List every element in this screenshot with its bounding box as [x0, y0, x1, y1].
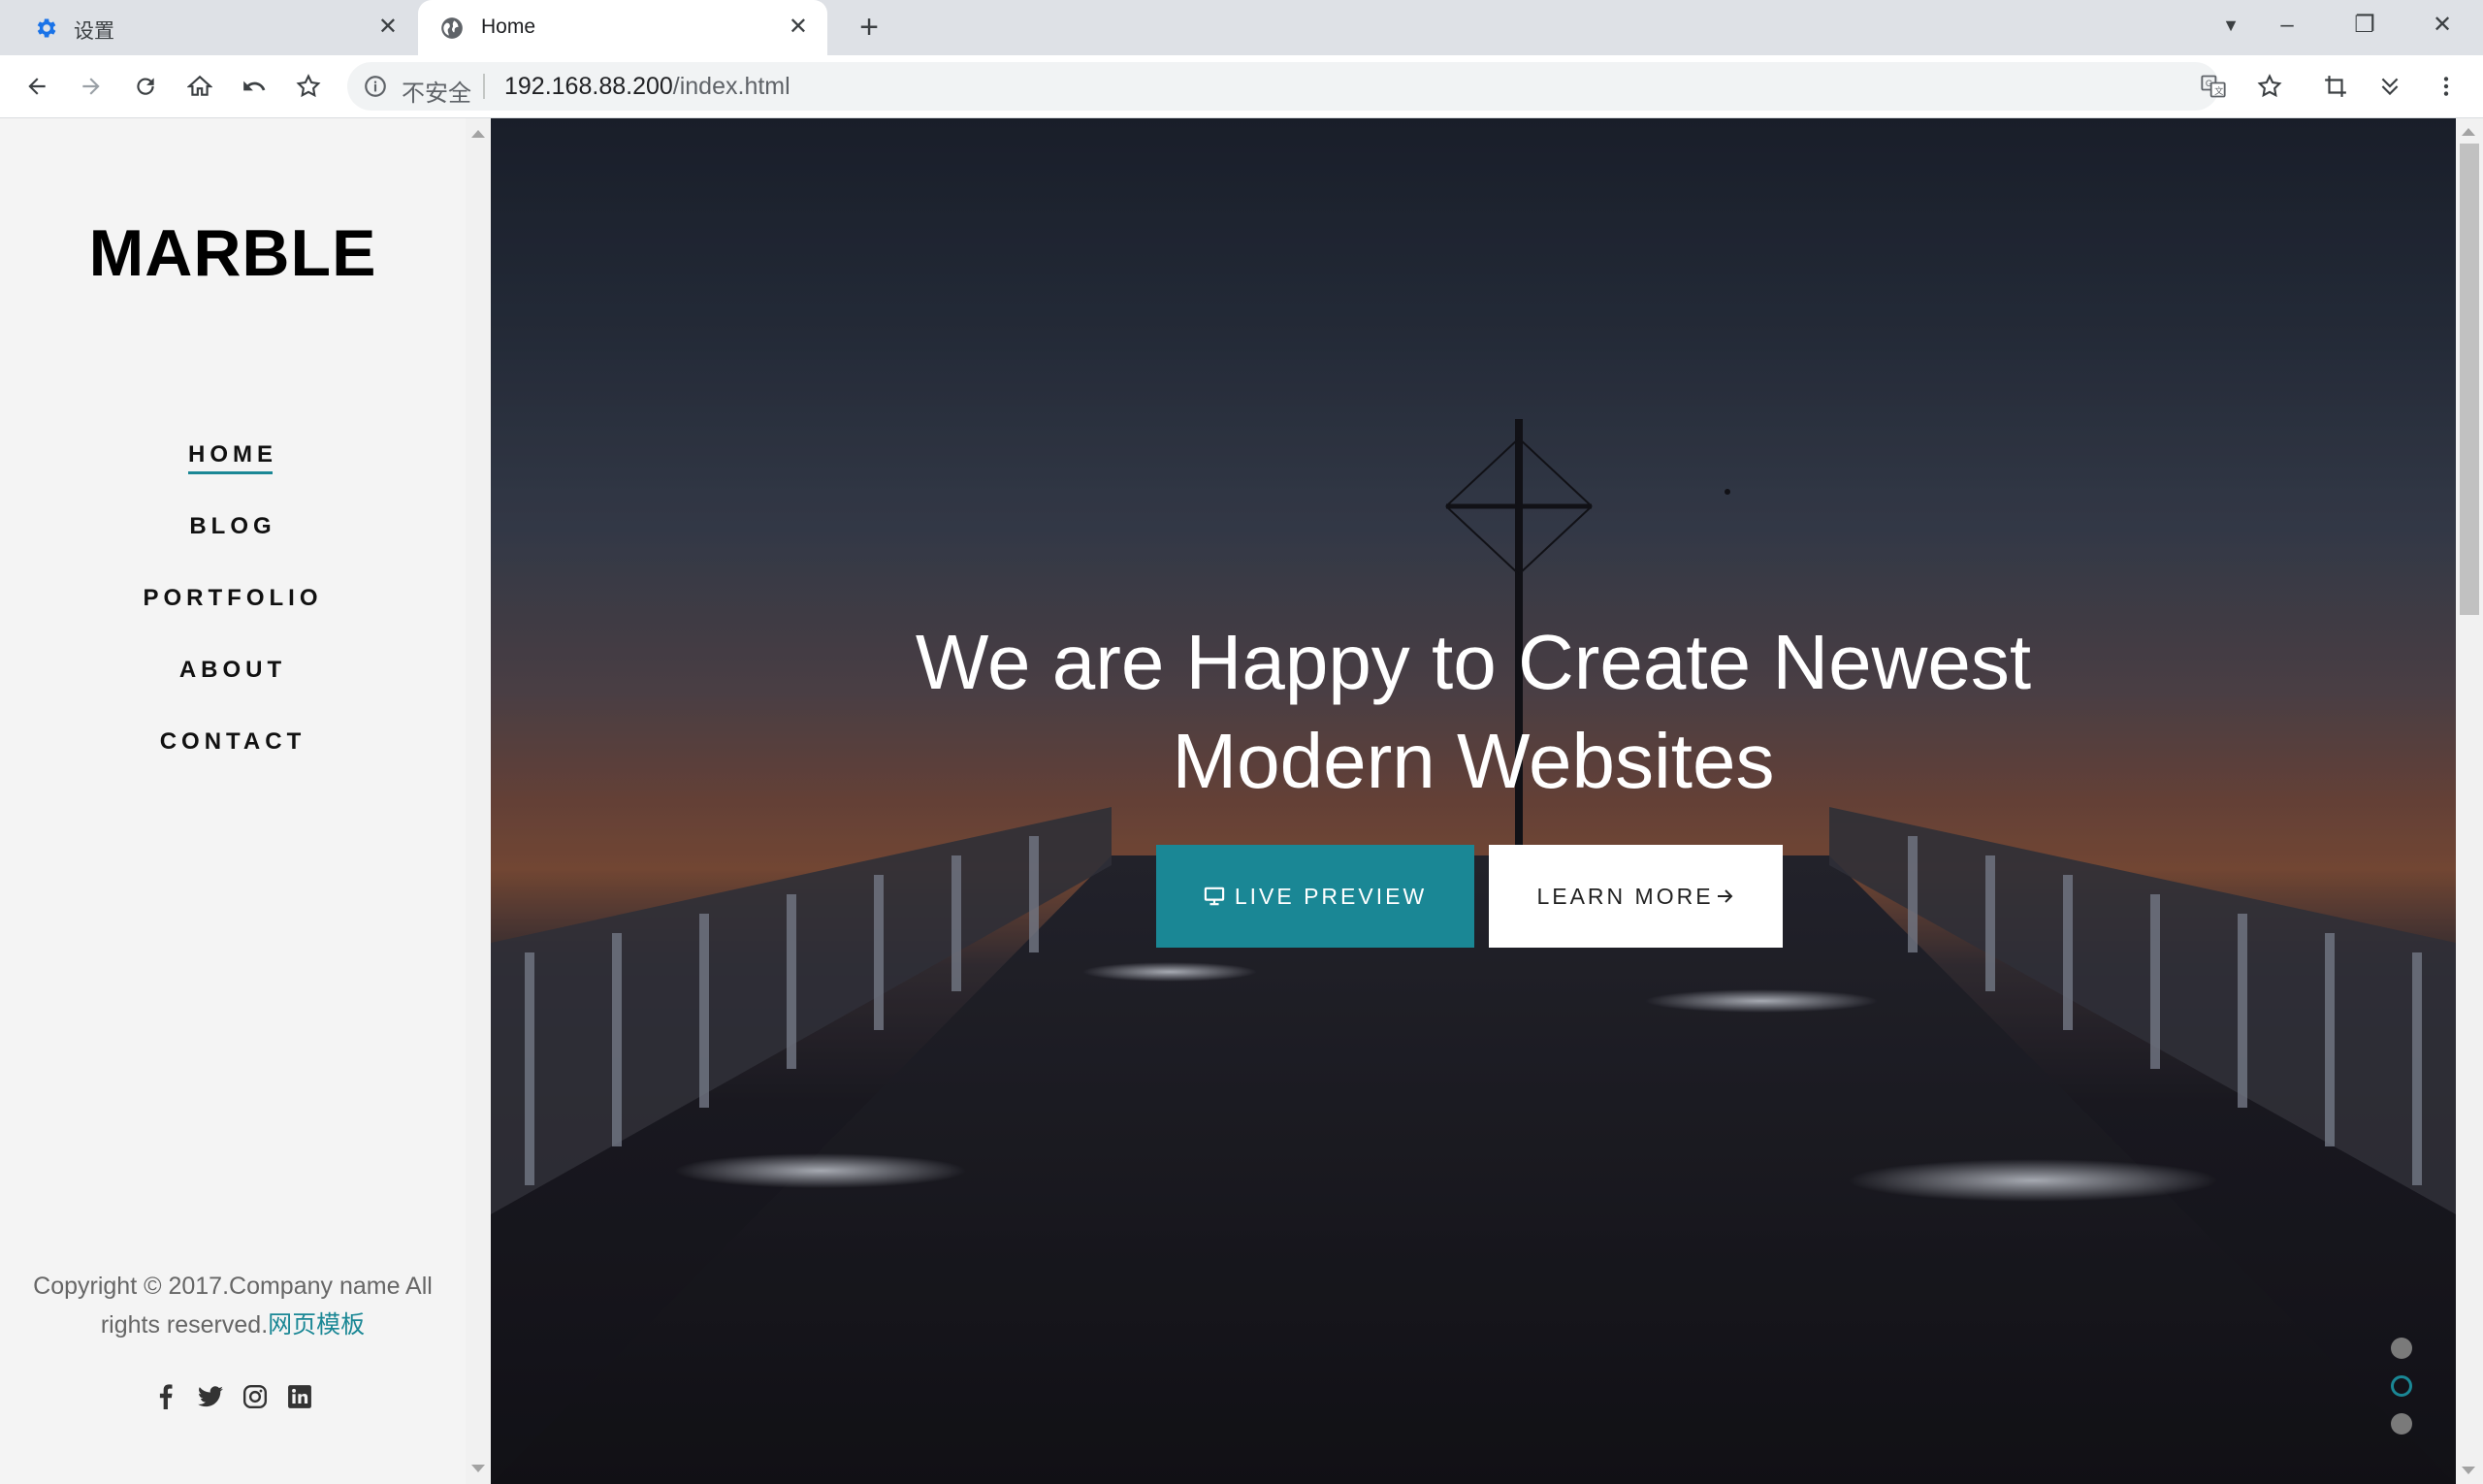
url-text[interactable]: 192.168.88.200/index.html [504, 73, 790, 101]
url-host: 192.168.88.200 [504, 73, 673, 100]
scroll-down-icon[interactable] [2462, 1467, 2475, 1474]
main-nav: HOME BLOG PORTFOLIO ABOUT CONTACT [0, 419, 466, 778]
sidebar: MARBLE HOME BLOG PORTFOLIO ABOUT CONTACT… [0, 118, 466, 1484]
live-preview-label: LIVE PREVIEW [1234, 883, 1428, 909]
copyright-text: Copyright © 2017.Company name All rights… [19, 1267, 446, 1344]
live-preview-button[interactable]: LIVE PREVIEW [1156, 845, 1474, 948]
template-link[interactable]: 网页模板 [268, 1311, 365, 1339]
tab-search-icon[interactable]: ▼ [2209, 6, 2252, 45]
tab-strip: 设置 ✕ Home ✕ + ▼ – ❐ ✕ [0, 0, 2483, 55]
monitor-icon [1204, 887, 1225, 906]
slide-dot-2[interactable] [2391, 1375, 2412, 1397]
minimize-icon[interactable]: – [2266, 6, 2308, 45]
tab-title: Home [481, 16, 536, 38]
address-bar[interactable]: 不安全 192.168.88.200/index.html [347, 62, 2219, 111]
learn-more-button[interactable]: LEARN MORE [1489, 845, 1783, 948]
site-logo[interactable]: MARBLE [0, 215, 466, 291]
svg-text:文: 文 [2214, 85, 2223, 96]
menu-dots-icon[interactable] [2429, 69, 2464, 104]
security-label: 不安全 [402, 81, 471, 107]
forward-icon[interactable] [74, 69, 109, 104]
gear-icon [37, 18, 56, 38]
page-viewport: MARBLE HOME BLOG PORTFOLIO ABOUT CONTACT… [0, 118, 2483, 1484]
slide-dot-1[interactable] [2391, 1338, 2412, 1359]
scroll-down-icon[interactable] [471, 1465, 485, 1472]
crop-icon[interactable] [2318, 69, 2353, 104]
hero-title-line2: Modern Websites [1172, 718, 1775, 804]
facebook-icon[interactable] [152, 1383, 179, 1410]
arrow-right-icon [1717, 889, 1732, 903]
linkedin-icon[interactable] [286, 1383, 313, 1410]
nav-item-label: BLOG [189, 513, 276, 539]
nav-item-label: CONTACT [159, 728, 306, 755]
chevron-down-icon[interactable] [2372, 69, 2407, 104]
nav-item-contact[interactable]: CONTACT [0, 706, 466, 778]
instagram-icon[interactable] [242, 1383, 269, 1410]
window-close-icon[interactable]: ✕ [2421, 6, 2464, 45]
hero-title: We are Happy to Create Newest Modern Web… [746, 613, 2201, 811]
translate-icon[interactable]: G文 [2196, 69, 2231, 104]
nav-item-label: PORTFOLIO [143, 585, 323, 611]
hero-title-line1: We are Happy to Create Newest [915, 619, 2032, 705]
restore-icon[interactable]: ❐ [2343, 6, 2386, 45]
info-icon[interactable] [363, 74, 388, 99]
nav-item-home[interactable]: HOME [0, 419, 466, 491]
bookmark-page-icon[interactable] [2252, 69, 2287, 104]
nav-item-about[interactable]: ABOUT [0, 634, 466, 706]
copyright-statement: Copyright © 2017.Company name All rights… [33, 1273, 433, 1339]
scroll-up-icon[interactable] [2462, 128, 2475, 136]
slide-dot-3[interactable] [2391, 1413, 2412, 1435]
new-tab-button[interactable]: + [850, 8, 888, 47]
svg-text:G: G [2206, 79, 2212, 88]
undo-icon[interactable] [237, 69, 272, 104]
social-links [0, 1383, 466, 1410]
address-divider [483, 74, 485, 99]
sidebar-scrollbar[interactable] [466, 118, 491, 1484]
slide-pagination [2389, 1338, 2414, 1451]
nav-item-blog[interactable]: BLOG [0, 491, 466, 563]
url-path: /index.html [672, 73, 790, 100]
close-icon[interactable]: ✕ [378, 13, 398, 42]
twitter-icon[interactable] [197, 1383, 224, 1410]
close-icon[interactable]: ✕ [789, 13, 808, 42]
home-icon[interactable] [182, 69, 217, 104]
scroll-up-icon[interactable] [471, 130, 485, 138]
bookmark-star-icon[interactable] [291, 69, 326, 104]
nav-item-label: ABOUT [178, 657, 287, 683]
reload-icon[interactable] [128, 69, 163, 104]
tab-title: 设置 [74, 20, 114, 43]
back-icon[interactable] [19, 69, 54, 104]
nav-item-portfolio[interactable]: PORTFOLIO [0, 563, 466, 634]
hero-section: We are Happy to Create Newest Modern Web… [491, 118, 2456, 1484]
globe-icon [441, 17, 463, 39]
nav-item-label: HOME [188, 441, 277, 474]
tab-home[interactable]: Home ✕ [418, 0, 827, 55]
tab-settings[interactable]: 设置 ✕ [0, 0, 417, 55]
page-scrollbar[interactable] [2456, 118, 2483, 1484]
scrollbar-thumb[interactable] [2460, 144, 2479, 615]
browser-toolbar: 不安全 192.168.88.200/index.html G文 [0, 55, 2483, 118]
learn-more-label: LEARN MORE [1536, 883, 1714, 909]
